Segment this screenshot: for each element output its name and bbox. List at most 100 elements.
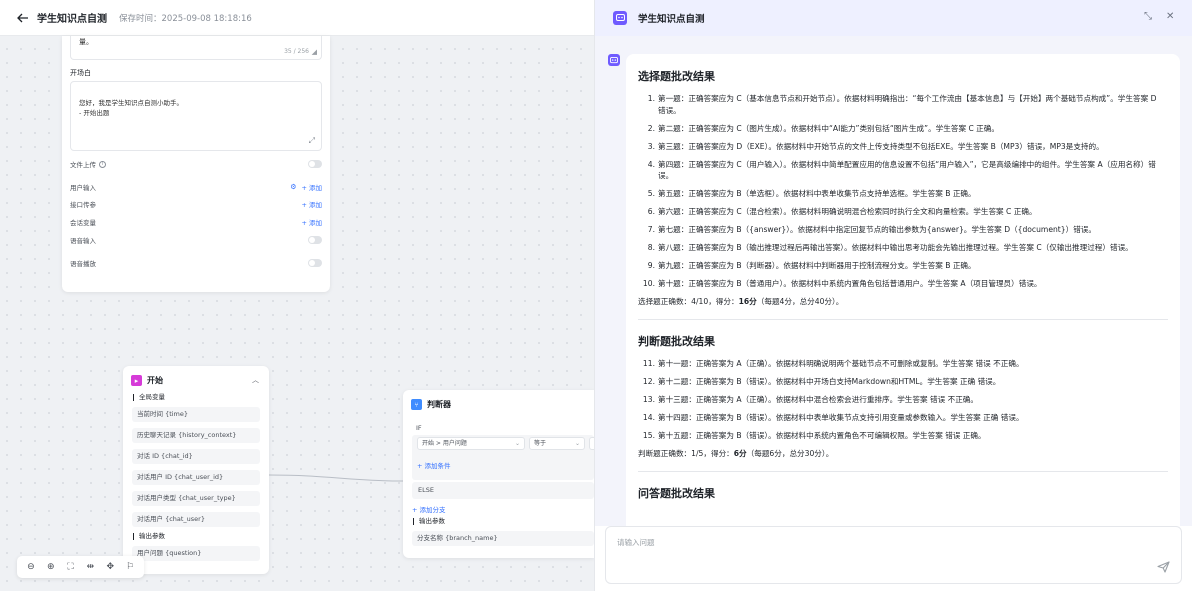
file-upload-row: 文件上传 i — [70, 157, 322, 171]
start-node-title: 开始 — [147, 376, 163, 385]
gear-icon[interactable]: ⚙ — [290, 183, 296, 191]
bot-icon — [613, 11, 627, 25]
chat-debug-panel: 学生知识点自测 ⤡ ✕ 选择题批改结果 1. 第一题：正确答案应为 C（基本信息节… — [594, 0, 1192, 591]
close-icon[interactable]: ✕ — [1166, 11, 1174, 22]
session-var-row: 会话变量 + 添加 — [70, 215, 322, 229]
voice-play-toggle[interactable] — [308, 259, 322, 267]
add-api-param-button[interactable]: + 添加 — [301, 199, 322, 209]
list-item: 13. 第十三题：正确答案为 A（正确）。依据材料中混合检索会进行重排序。学生答案… — [642, 395, 978, 404]
list-item: 10. 第十题：正确答案应为 B（普通用户）。依据材料中系统内置角色包括普通用户。… — [642, 279, 1042, 288]
list-item: 9. 第九题：正确答案应为 B（判断器）。依据材料中判断器用于控制流程分支。学生答… — [647, 261, 976, 270]
output-params-label: 输出参数 — [413, 518, 445, 525]
condition-node-icon: ⑂ — [411, 399, 422, 410]
var-chip: 对话用户 {chat_user} — [132, 512, 260, 527]
divider — [638, 319, 1168, 320]
section-heading: 问答题批改结果 — [638, 487, 715, 500]
bot-avatar-icon — [608, 54, 620, 66]
info-icon[interactable]: i — [99, 160, 106, 168]
list-item: 11. 第十一题：正确答案为 A（正确）。依据材料明确说明两个基础节点不可删除或复… — [642, 359, 1024, 368]
var-chip: 当前时间 {time} — [132, 407, 260, 422]
start-node[interactable]: ▸ 开始 ︿ 全局变量 当前时间 {time} 历史聊天记录 {history_… — [123, 366, 269, 574]
edge-connector — [269, 474, 404, 482]
add-user-input-button[interactable]: + 添加 — [301, 182, 322, 192]
operator-select[interactable]: 等于 ⌄ — [529, 437, 585, 450]
choice-score: 16分 — [738, 297, 757, 306]
list-item: 12. 第十二题：正确答案为 B（错误）。依据材料中开场白支持Markdown和H… — [642, 377, 1001, 386]
api-param-row: 接口传参 + 添加 — [70, 197, 322, 211]
back-arrow-icon[interactable] — [16, 11, 30, 25]
file-upload-label: 文件上传 — [70, 161, 96, 169]
api-param-label: 接口传参 — [70, 201, 96, 209]
add-session-var-button[interactable]: + 添加 — [301, 217, 322, 227]
choice-summary: 选择题正确数：4/10，得分：16分（每题4分，总分40分）。 — [638, 297, 844, 306]
collapse-icon[interactable]: ⤡ — [1144, 11, 1152, 22]
chat-input[interactable]: 请输入问题 — [605, 526, 1182, 584]
add-condition-button[interactable]: + 添加条件 — [417, 460, 451, 470]
list-item: 2. 第二题：正确答案应为 C（图片生成）。依据材料中“AI能力”类别包括“图片生… — [647, 123, 999, 133]
judge-score: 6分 — [733, 449, 747, 458]
chat-body[interactable]: 选择题批改结果 1. 第一题：正确答案应为 C（基本信息节点和开始节点）。依据材料… — [595, 36, 1192, 526]
voice-play-label: 语音播放 — [70, 260, 96, 268]
operator-select-value: 等于 — [534, 440, 547, 447]
voice-play-row: 语音播放 — [70, 256, 322, 270]
opener-text: 您好，我是学生知识点自测小助手。 - 开始出题 — [79, 99, 183, 117]
panel-header: 学生知识点自测 ⤡ ✕ — [595, 0, 1192, 36]
var-chip: 对话用户 ID {chat_user_id} — [132, 470, 260, 485]
chevron-down-icon: ⌄ — [514, 440, 520, 447]
list-item: 5. 第五题：正确答案应为 B（单选框）。依据材料中表单收集节点支持单选框。学生答… — [647, 189, 976, 198]
output-var-chip: 用户问题 {question} — [132, 546, 260, 561]
layout-icon[interactable]: ⇹ — [83, 562, 97, 572]
voice-input-row: 语音输入 — [70, 233, 322, 247]
expand-icon[interactable]: ⤢ — [309, 136, 315, 146]
list-item: 3. 第三题：正确答案应为 D（EXE）。依据材料中开始节点的文件上传支持类型不包… — [647, 141, 1104, 151]
divider — [638, 471, 1168, 472]
resize-handle-icon[interactable]: ◢ — [312, 48, 317, 56]
save-time: 保存时间：2025-09-08 18:18:16 — [119, 13, 252, 24]
judge-results-list: 11. 第十一题：正确答案为 A（正确）。依据材料明确说明两个基础节点不可删除或复… — [638, 358, 1168, 442]
list-item: 7. 第七题：正确答案应为 B（{answer}）。依据材料中指定回复节点的输出参… — [647, 225, 1096, 234]
file-upload-toggle[interactable] — [308, 160, 322, 168]
variable-select[interactable]: 开始 > 用户问题 ⌄ — [417, 437, 525, 450]
var-chip: 对话用户类型 {chat_user_type} — [132, 491, 260, 506]
chevron-down-icon: ⌄ — [574, 440, 580, 447]
var-chip: 历史聊天记录 {history_context} — [132, 428, 260, 443]
workflow-canvas[interactable]: 学生知识点自测 保存时间：2025-09-08 18:18:16 量。 35 /… — [0, 0, 594, 591]
debug-icon[interactable]: ⚐ — [123, 562, 137, 572]
if-label: IF — [416, 424, 422, 432]
session-var-label: 会话变量 — [70, 219, 96, 227]
user-input-row: 用户输入 ⚙ + 添加 — [70, 180, 322, 194]
list-item: 8. 第八题：正确答案应为 B（输出推理过程后再输出答案）。依据材料中输出思考功能… — [647, 243, 1133, 252]
fit-view-icon[interactable]: ⛶ — [64, 562, 78, 572]
opener-label: 开场白 — [70, 69, 91, 77]
section-heading: 判断题批改结果 — [638, 335, 715, 348]
add-branch-button[interactable]: + 添加分支 — [412, 504, 446, 514]
bot-message: 选择题批改结果 1. 第一题：正确答案应为 C（基本信息节点和开始节点）。依据材料… — [626, 54, 1180, 526]
char-counter: 35 / 256 — [284, 48, 309, 55]
global-vars-label: 全局变量 — [133, 394, 165, 401]
list-item: 1. 第一题：正确答案应为 C（基本信息节点和开始节点）。依据材料明确指出：“每个… — [647, 94, 1157, 115]
zoom-toolbar: ⊖ ⊕ ⛶ ⇹ ✥ ⚐ — [17, 556, 144, 578]
voice-input-label: 语音输入 — [70, 237, 96, 245]
choice-results-list: 1. 第一题：正确答案应为 C（基本信息节点和开始节点）。依据材料明确指出：“每个… — [638, 93, 1168, 290]
zoom-in-icon[interactable]: ⊕ — [44, 562, 58, 572]
condition-node[interactable]: ⑂ 判断器 IF 开始 > 用户问题 ⌄ 等于 ⌄ + 添加条件 ELSE + … — [403, 390, 594, 558]
opener-textarea[interactable]: 您好，我是学生知识点自测小助手。 - 开始出题 ⤢ — [70, 81, 322, 151]
drag-icon[interactable]: ✥ — [103, 562, 117, 572]
var-chip: 对话 ID {chat_id} — [132, 449, 260, 464]
app-title: 学生知识点自测 — [37, 14, 107, 25]
send-icon[interactable] — [1157, 561, 1170, 575]
zoom-out-icon[interactable]: ⊖ — [24, 562, 38, 572]
chevron-up-icon[interactable]: ︿ — [252, 375, 259, 385]
list-item: 4. 第四题：正确答案应为 C（用户输入）。依据材料中简单配置应用的信息设置不包括… — [647, 159, 1156, 181]
prompt-textarea[interactable]: 量。 35 / 256 ◢ — [70, 36, 322, 60]
section-heading: 选择题批改结果 — [638, 70, 715, 83]
voice-input-toggle[interactable] — [308, 236, 322, 244]
condition-node-title: 判断器 — [427, 400, 451, 409]
judge-summary: 判断题正确数：1/5，得分：6分（每题6分，总分30分）。 — [638, 449, 834, 458]
top-bar: 学生知识点自测 保存时间：2025-09-08 18:18:16 — [0, 0, 594, 36]
variable-select-value: 开始 > 用户问题 — [422, 440, 467, 447]
else-label: ELSE — [412, 482, 594, 499]
list-item: 14. 第十四题：正确答案为 B（错误）。依据材料中表单收集节点支持引用变量或参数… — [642, 413, 1024, 422]
output-params-label: 输出参数 — [133, 533, 165, 540]
list-item: 6. 第六题：正确答案应为 C（混合检索）。依据材料明确说明混合检索同时执行全文和… — [647, 207, 1037, 216]
